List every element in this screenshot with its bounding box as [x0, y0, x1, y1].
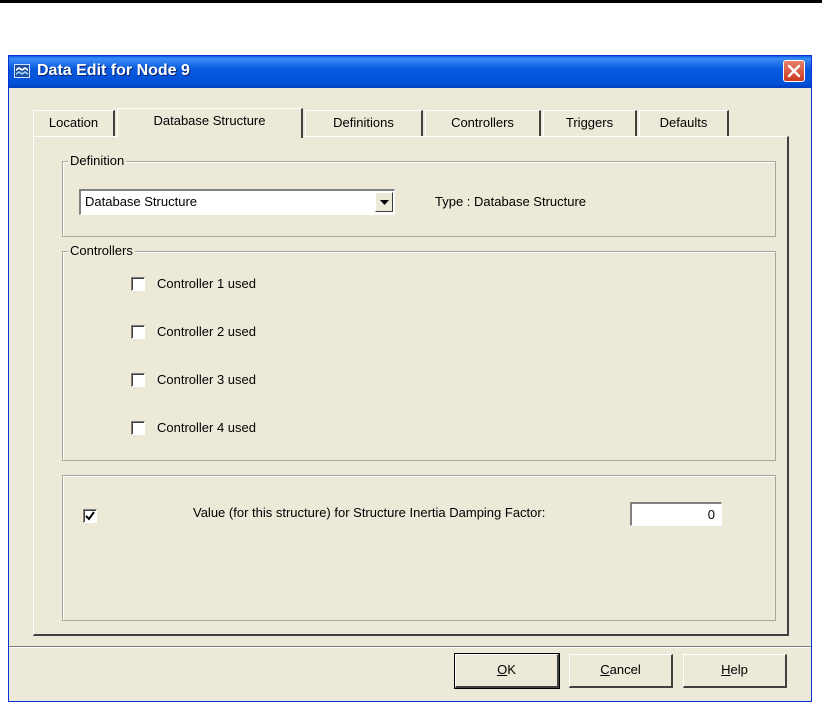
cancel-accel: C — [600, 662, 610, 677]
definition-group-label: Definition — [68, 153, 127, 169]
definition-group: Definition Database Structure Type : Dat… — [62, 153, 776, 237]
controller-2-checkbox[interactable] — [131, 325, 145, 339]
controller-3-label[interactable]: Controller 3 used — [157, 372, 256, 387]
controller-4-checkbox[interactable] — [131, 421, 145, 435]
dropdown-arrow-icon[interactable] — [375, 192, 393, 212]
help-accel: H — [721, 662, 731, 677]
controller-4-label[interactable]: Controller 4 used — [157, 420, 256, 435]
tab-panel-database-structure: Definition Database Structure Type : Dat… — [33, 136, 789, 636]
tab-controllers[interactable]: Controllers — [425, 110, 541, 136]
cancel-label: ancel — [609, 662, 641, 677]
definition-dropdown[interactable]: Database Structure — [79, 189, 395, 215]
cancel-button[interactable]: Cancel — [569, 654, 673, 688]
controller-2-label[interactable]: Controller 2 used — [157, 324, 256, 339]
definition-type-text: Type : Database Structure — [435, 194, 587, 209]
app-icon — [14, 64, 30, 78]
close-icon[interactable] — [783, 60, 805, 82]
tab-location[interactable]: Location — [33, 110, 115, 136]
help-button[interactable]: Help — [683, 654, 787, 688]
controller-3-checkbox[interactable] — [131, 373, 145, 387]
tab-triggers[interactable]: Triggers — [543, 110, 637, 136]
tab-database-structure[interactable]: Database Structure — [117, 108, 303, 138]
ok-accel: O — [497, 662, 508, 677]
data-edit-dialog: Data Edit for Node 9 Location Database S… — [8, 55, 812, 702]
tab-defaults[interactable]: Defaults — [639, 110, 729, 136]
checkmark-icon — [85, 511, 95, 521]
window-title: Data Edit for Node 9 — [37, 62, 190, 79]
controller-1-label[interactable]: Controller 1 used — [157, 276, 256, 291]
damping-value-checkbox[interactable] — [83, 509, 97, 523]
damping-value-label: Value (for this structure) for Structure… — [193, 505, 546, 520]
help-label: elp — [730, 662, 748, 677]
top-border-line — [0, 0, 822, 3]
damping-value-group: Value (for this structure) for Structure… — [62, 475, 776, 621]
controllers-group: Controllers Controller 1 used Controller… — [62, 243, 776, 461]
title-bar[interactable]: Data Edit for Node 9 — [9, 56, 811, 88]
tab-definitions[interactable]: Definitions — [305, 110, 423, 136]
damping-value-input[interactable]: 0 — [630, 502, 722, 526]
ok-label: K — [507, 662, 516, 677]
definition-selected-value: Database Structure — [85, 194, 198, 209]
button-separator — [9, 646, 811, 648]
ok-button[interactable]: OK — [454, 653, 560, 689]
controller-1-checkbox[interactable] — [131, 277, 145, 291]
controllers-group-label: Controllers — [68, 243, 135, 259]
